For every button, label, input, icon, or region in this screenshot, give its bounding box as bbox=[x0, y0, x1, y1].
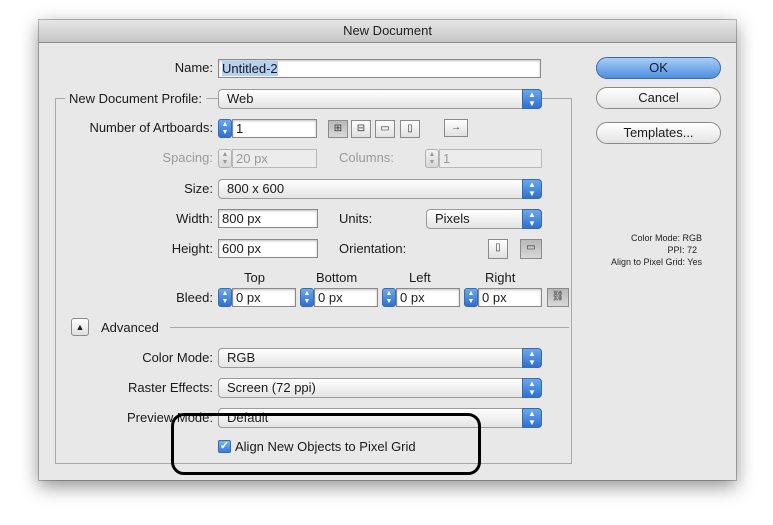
columns-field: 1 bbox=[439, 149, 542, 168]
artboards-field[interactable]: 1 bbox=[232, 119, 317, 138]
name-value: Untitled-2 bbox=[222, 61, 278, 76]
bleed-right-field[interactable]: 0 px bbox=[478, 288, 542, 307]
name-field[interactable]: Untitled-2 bbox=[218, 59, 541, 78]
units-label: Units: bbox=[339, 211, 373, 226]
bleed-left-header: Left bbox=[409, 270, 431, 285]
size-value: 800 x 600 bbox=[227, 181, 285, 196]
window-title: New Document bbox=[39, 20, 736, 43]
height-label: Height: bbox=[171, 241, 213, 256]
spacing-label: Spacing: bbox=[162, 150, 213, 165]
advanced-label: Advanced bbox=[101, 320, 159, 335]
height-field[interactable]: 600 px bbox=[218, 239, 318, 258]
updown-arrows-icon: ▲ ▼ bbox=[522, 408, 542, 428]
updown-arrows-icon: ▲ ▼ bbox=[522, 179, 542, 199]
arrange-by-column-icon[interactable]: ▯ bbox=[400, 120, 420, 138]
annotation-highlight bbox=[171, 413, 481, 475]
templates-button[interactable]: Templates... bbox=[596, 122, 721, 144]
size-select[interactable]: 800 x 600 ▲ ▼ bbox=[218, 179, 542, 199]
portrait-icon[interactable]: ▯ bbox=[488, 239, 508, 259]
width-field[interactable]: 800 px bbox=[218, 209, 318, 228]
artboards-label: Number of Artboards: bbox=[89, 120, 213, 135]
columns-label: Columns: bbox=[339, 150, 394, 165]
raster-effects-label: Raster Effects: bbox=[127, 380, 213, 395]
raster-effects-select[interactable]: Screen (72 ppi) ▲ ▼ bbox=[218, 378, 542, 398]
updown-arrows-icon: ▲ ▼ bbox=[522, 378, 542, 398]
spacing-field: 20 px bbox=[232, 149, 317, 168]
updown-arrows-icon: ▲ ▼ bbox=[522, 89, 542, 109]
cancel-button[interactable]: Cancel bbox=[596, 87, 721, 109]
grid-by-row-icon[interactable]: ⊞ bbox=[328, 120, 348, 138]
ok-button[interactable]: OK bbox=[596, 57, 721, 79]
columns-stepper: ▲ ▼ bbox=[425, 149, 439, 168]
raster-effects-value: Screen (72 ppi) bbox=[227, 380, 316, 395]
advanced-divider bbox=[170, 327, 569, 328]
updown-arrows-icon: ▲ ▼ bbox=[522, 209, 542, 229]
new-document-dialog: New Document Name: Untitled-2 New Docume… bbox=[39, 20, 736, 480]
bleed-left-stepper[interactable]: ▲ ▼ bbox=[382, 288, 396, 307]
width-label: Width: bbox=[176, 211, 213, 226]
arrange-by-row-icon[interactable]: ▭ bbox=[375, 120, 395, 138]
summary-ppi: PPI: 72 bbox=[667, 245, 697, 255]
profile-select[interactable]: Web ▲ ▼ bbox=[218, 89, 542, 109]
units-select[interactable]: Pixels ▲ ▼ bbox=[426, 209, 542, 229]
bleed-bottom-stepper[interactable]: ▲ ▼ bbox=[300, 288, 314, 307]
orientation-label: Orientation: bbox=[339, 241, 407, 256]
summary-color-mode: Color Mode: RGB bbox=[630, 233, 702, 243]
bleed-right-stepper[interactable]: ▲ ▼ bbox=[464, 288, 478, 307]
units-value: Pixels bbox=[435, 211, 470, 226]
profile-label: New Document Profile: bbox=[65, 91, 206, 106]
color-mode-select[interactable]: RGB ▲ ▼ bbox=[218, 348, 542, 368]
bleed-left-field[interactable]: 0 px bbox=[396, 288, 460, 307]
color-mode-label: Color Mode: bbox=[142, 350, 213, 365]
grid-by-column-icon[interactable]: ⊟ bbox=[351, 120, 371, 138]
landscape-icon[interactable]: ▭ bbox=[520, 239, 542, 259]
artboards-stepper[interactable]: ▲ ▼ bbox=[218, 119, 232, 138]
updown-arrows-icon: ▲ ▼ bbox=[522, 348, 542, 368]
link-bleed-icon[interactable]: ⛓ bbox=[547, 288, 569, 307]
bleed-top-field[interactable]: 0 px bbox=[232, 288, 296, 307]
bleed-bottom-field[interactable]: 0 px bbox=[314, 288, 378, 307]
bleed-top-header: Top bbox=[244, 270, 265, 285]
color-mode-value: RGB bbox=[227, 350, 256, 365]
direction-arrow-icon[interactable]: → bbox=[444, 119, 468, 137]
bleed-label: Bleed: bbox=[176, 290, 213, 305]
bleed-bottom-header: Bottom bbox=[316, 270, 358, 285]
summary-align: Align to Pixel Grid: Yes bbox=[610, 257, 702, 267]
bleed-top-stepper[interactable]: ▲ ▼ bbox=[218, 288, 232, 307]
spacing-stepper: ▲ ▼ bbox=[218, 149, 232, 168]
bleed-right-header: Right bbox=[485, 270, 516, 285]
advanced-toggle-icon[interactable]: ▲ bbox=[71, 318, 89, 336]
profile-value: Web bbox=[227, 91, 254, 106]
name-label: Name: bbox=[174, 60, 213, 75]
size-label: Size: bbox=[184, 181, 213, 196]
